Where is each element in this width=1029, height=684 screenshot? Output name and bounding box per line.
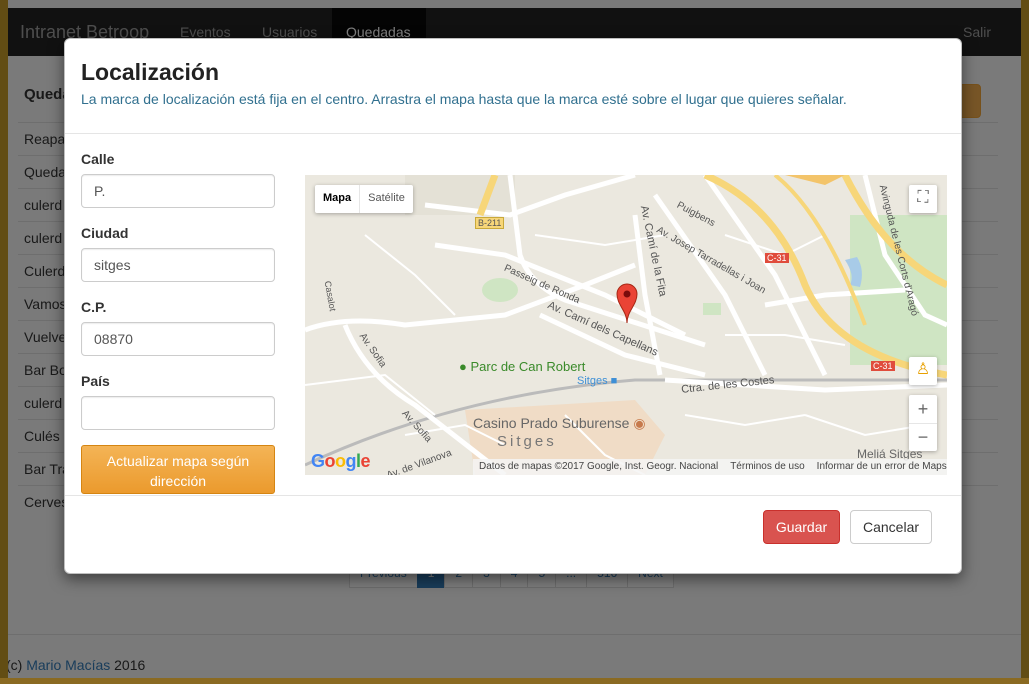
country-label: País	[81, 373, 110, 389]
road-label: C-31	[871, 361, 895, 371]
country-input[interactable]	[81, 396, 275, 430]
save-button[interactable]: Guardar	[763, 510, 840, 544]
bottom-edge-strip	[0, 678, 1029, 684]
street-label: Calle	[81, 151, 115, 167]
map-type-mapa[interactable]: Mapa	[315, 185, 361, 213]
map-attribution: Datos de mapas ©2017 Google, Inst. Geogr…	[473, 459, 947, 475]
location-map[interactable]: Mapa Satélite ⛶ ♙ + − B-211 C-31 C-31 Pu…	[305, 175, 947, 475]
street-input[interactable]	[81, 174, 275, 208]
update-map-button[interactable]: Actualizar mapa según dirección	[81, 445, 275, 494]
modal-title: Localización	[81, 59, 220, 85]
location-marker-icon	[616, 283, 638, 323]
train-icon: ■	[610, 375, 618, 387]
map-data-credit: Datos de mapas ©2017 Google, Inst. Geogr…	[479, 461, 719, 472]
map-type-control: Mapa Satélite	[315, 185, 413, 213]
park-icon: ●	[459, 359, 467, 374]
google-logo: Google	[311, 451, 371, 471]
city-label: Ciudad	[81, 225, 129, 241]
zoom-in-icon[interactable]: +	[909, 395, 937, 423]
city-input[interactable]	[81, 248, 275, 282]
report-error-link[interactable]: Informar de un error de Maps	[817, 461, 947, 473]
park-label: ● Parc de Can Robert	[459, 359, 586, 374]
location-modal: Localización La marca de localización es…	[64, 38, 962, 574]
postal-code-label: C.P.	[81, 299, 107, 315]
station-label: Sitges ■	[577, 375, 618, 387]
modal-instructions: La marca de localización está fija en el…	[81, 91, 847, 107]
map-type-satelite[interactable]: Satélite	[360, 185, 413, 213]
postal-code-input[interactable]	[81, 322, 275, 356]
poi-icon: ◉	[633, 415, 646, 431]
fullscreen-icon[interactable]: ⛶	[909, 185, 937, 213]
road-label: C-31	[765, 253, 789, 263]
town-label: Sitges	[497, 433, 557, 450]
header-divider	[65, 133, 961, 134]
road-label: B-211	[475, 217, 505, 229]
terms-link[interactable]: Términos de uso	[730, 461, 804, 473]
footer-divider	[65, 495, 961, 496]
zoom-control: + −	[909, 395, 937, 451]
poi-label: Casino Prado Suburense ◉	[473, 415, 646, 431]
street-view-pegman-icon[interactable]: ♙	[909, 357, 937, 385]
cancel-button[interactable]: Cancelar	[850, 510, 932, 544]
